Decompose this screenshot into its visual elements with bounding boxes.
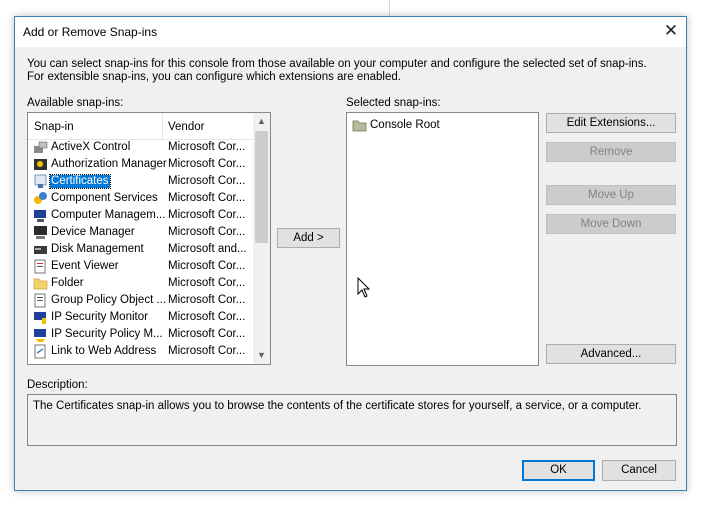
add-button[interactable]: Add > — [277, 228, 340, 248]
list-item[interactable]: IP Security Policy M... Microsoft Cor... — [28, 326, 253, 343]
mouse-cursor-icon — [357, 277, 371, 298]
selected-snapins-list[interactable]: Console Root — [346, 112, 539, 366]
column-header-snapin[interactable]: Snap-in — [34, 121, 74, 133]
snapin-vendor: Microsoft Cor... — [168, 209, 246, 221]
selected-item-console-root[interactable]: Console Root — [347, 117, 538, 134]
available-snapins-list[interactable]: Snap-in Vendor ActiveX Control Microsoft … — [27, 112, 271, 365]
remove-button[interactable]: Remove — [546, 142, 676, 162]
available-rows: ActiveX Control Microsoft Cor... Authoriza… — [28, 139, 253, 360]
snapin-name: IP Security Monitor — [51, 311, 148, 323]
column-separator[interactable] — [162, 113, 163, 139]
description-text: The Certificates snap-in allows you to b… — [33, 400, 642, 412]
snapin-vendor: Microsoft Cor... — [168, 277, 246, 289]
scroll-up-icon[interactable]: ▲ — [253, 113, 270, 130]
snapin-name: Device Manager — [51, 226, 135, 238]
list-item[interactable]: Certificates Microsoft Cor... — [28, 173, 253, 190]
activex-control-icon — [34, 141, 48, 153]
snapin-vendor: Microsoft Cor... — [168, 192, 246, 204]
snapin-vendor: Microsoft Cor... — [168, 260, 246, 272]
close-icon[interactable]: ✕ — [656, 17, 686, 47]
snapin-name: Component Services — [51, 192, 158, 204]
list-item[interactable]: IP Security Monitor Microsoft Cor... — [28, 309, 253, 326]
list-item[interactable]: Device Manager Microsoft Cor... — [28, 224, 253, 241]
intro-text: You can select snap-ins for this console… — [27, 58, 647, 83]
advanced-button[interactable]: Advanced... — [546, 344, 676, 364]
scroll-thumb[interactable] — [255, 131, 268, 243]
list-item[interactable]: Authorization Manager Microsoft Cor... — [28, 156, 253, 173]
dialog-title: Add or Remove Snap-ins — [23, 25, 158, 39]
certificates-icon — [34, 174, 47, 188]
snapin-vendor: Microsoft and... — [168, 243, 247, 255]
description-label: Description: — [27, 379, 88, 391]
snapin-name: Authorization Manager — [51, 158, 167, 170]
column-header-vendor[interactable]: Vendor — [168, 121, 204, 133]
move-down-button[interactable]: Move Down — [546, 214, 676, 234]
snapin-vendor: Microsoft Cor... — [168, 311, 246, 323]
authorization-manager-icon — [34, 159, 47, 170]
disk-management-icon — [34, 246, 47, 254]
list-item[interactable]: Component Services Microsoft Cor... — [28, 190, 253, 207]
list-item[interactable]: Disk Management Microsoft and... — [28, 241, 253, 258]
snapin-name: Group Policy Object ... — [51, 294, 167, 306]
group-policy-icon — [34, 293, 46, 308]
ok-button[interactable]: OK — [522, 460, 595, 481]
snapin-name: Folder — [51, 277, 84, 289]
snapin-name: ActiveX Control — [51, 141, 131, 153]
ip-security-monitor-icon — [34, 312, 46, 324]
folder-icon — [33, 278, 48, 290]
link-icon — [34, 344, 46, 359]
snapin-vendor: Microsoft Cor... — [168, 294, 246, 306]
list-header: Snap-in Vendor — [28, 113, 253, 140]
ip-security-policy-icon — [34, 329, 46, 342]
snapin-vendor: Microsoft Cor... — [168, 328, 246, 340]
list-item[interactable]: Computer Managem... Microsoft Cor... — [28, 207, 253, 224]
snapin-vendor: Microsoft Cor... — [168, 141, 246, 153]
snapin-vendor: Microsoft Cor... — [168, 226, 246, 238]
list-item[interactable]: Folder Microsoft Cor... — [28, 275, 253, 292]
background-divider — [389, 0, 390, 16]
list-item[interactable]: ActiveX Control Microsoft Cor... — [28, 139, 253, 156]
selected-item-label: Console Root — [370, 119, 440, 131]
snapin-name: Disk Management — [51, 243, 144, 255]
component-services-icon — [34, 192, 47, 204]
list-item[interactable]: Group Policy Object ... Microsoft Cor... — [28, 292, 253, 309]
snapin-name: Link to Web Address — [51, 345, 157, 357]
edit-extensions-button[interactable]: Edit Extensions... — [546, 113, 676, 133]
scroll-down-icon[interactable]: ▼ — [253, 347, 270, 364]
device-manager-icon — [34, 226, 47, 239]
cancel-button[interactable]: Cancel — [602, 460, 676, 481]
snapin-name: Event Viewer — [51, 260, 119, 272]
computer-management-icon — [34, 210, 46, 222]
snapin-name: Computer Managem... — [51, 209, 166, 221]
vertical-scrollbar[interactable]: ▲ ▼ — [253, 113, 270, 364]
list-item[interactable]: Event Viewer Microsoft Cor... — [28, 258, 253, 275]
event-viewer-icon — [34, 259, 46, 274]
snapin-vendor: Microsoft Cor... — [168, 158, 246, 170]
snapin-name: IP Security Policy M... — [51, 328, 163, 340]
snapin-vendor: Microsoft Cor... — [168, 345, 246, 357]
selected-snapins-label: Selected snap-ins: — [346, 97, 441, 109]
available-snapins-label: Available snap-ins: — [27, 97, 124, 109]
move-up-button[interactable]: Move Up — [546, 185, 676, 205]
snapin-vendor: Microsoft Cor... — [168, 175, 246, 187]
list-item[interactable]: Link to Web Address Microsoft Cor... — [28, 343, 253, 360]
add-remove-snapins-dialog: Add or Remove Snap-ins ✕ You can select … — [14, 16, 687, 491]
console-root-folder-icon — [352, 120, 367, 132]
snapin-name: Certificates — [49, 174, 111, 189]
description-box: The Certificates snap-in allows you to b… — [27, 394, 677, 446]
title-bar: Add or Remove Snap-ins ✕ — [15, 17, 686, 47]
